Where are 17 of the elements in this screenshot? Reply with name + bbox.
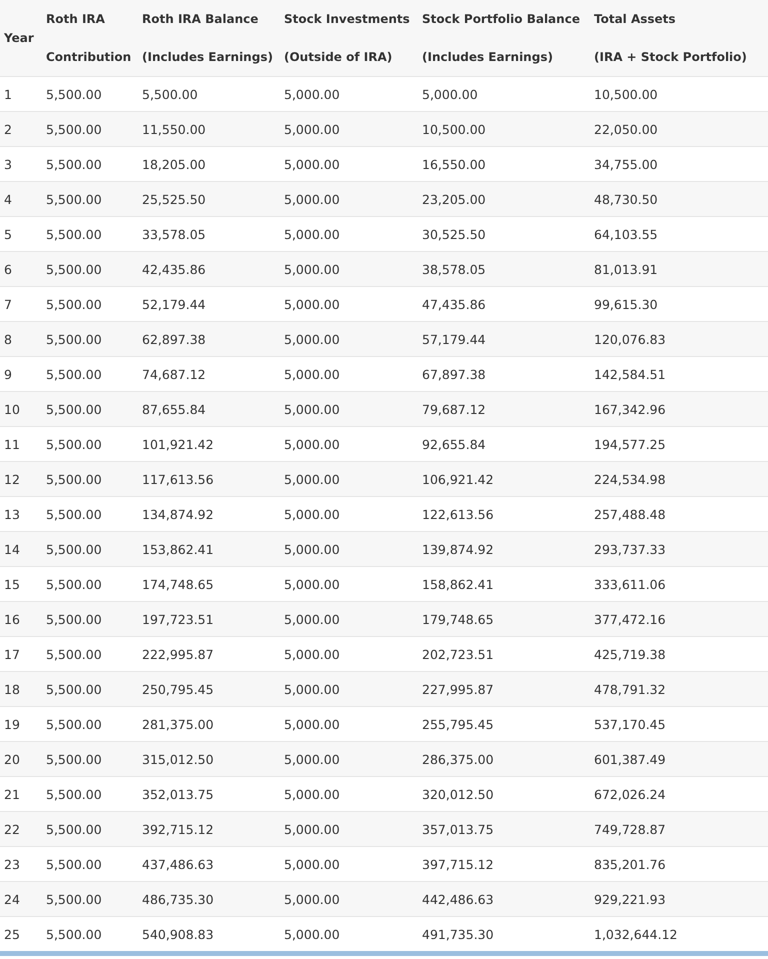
column-header: Roth IRA Balance	[138, 0, 280, 38]
column-header: Total Assets	[590, 0, 768, 38]
table-cell: 540,908.83	[138, 916, 280, 954]
column-header: Year	[0, 0, 42, 76]
column-subheader: Contribution	[42, 38, 138, 76]
column-subheader: (Outside of IRA)	[280, 38, 418, 76]
table-cell: 1,032,644.12	[590, 916, 768, 954]
column-header: Stock Investments	[280, 0, 418, 38]
table-cell: 491,735.30	[418, 916, 590, 954]
table-cell: 5,500.00	[42, 916, 138, 954]
column-subheader: (Includes Earnings)	[138, 38, 280, 76]
column-subheader: (IRA + Stock Portfolio)	[590, 38, 768, 76]
column-header: Roth IRA	[42, 0, 138, 38]
table-cell: 5,000.00	[280, 916, 418, 954]
table-cell: 25	[0, 916, 42, 954]
column-header: Stock Portfolio Balance	[418, 0, 590, 38]
column-subheader: (Includes Earnings)	[418, 38, 590, 76]
